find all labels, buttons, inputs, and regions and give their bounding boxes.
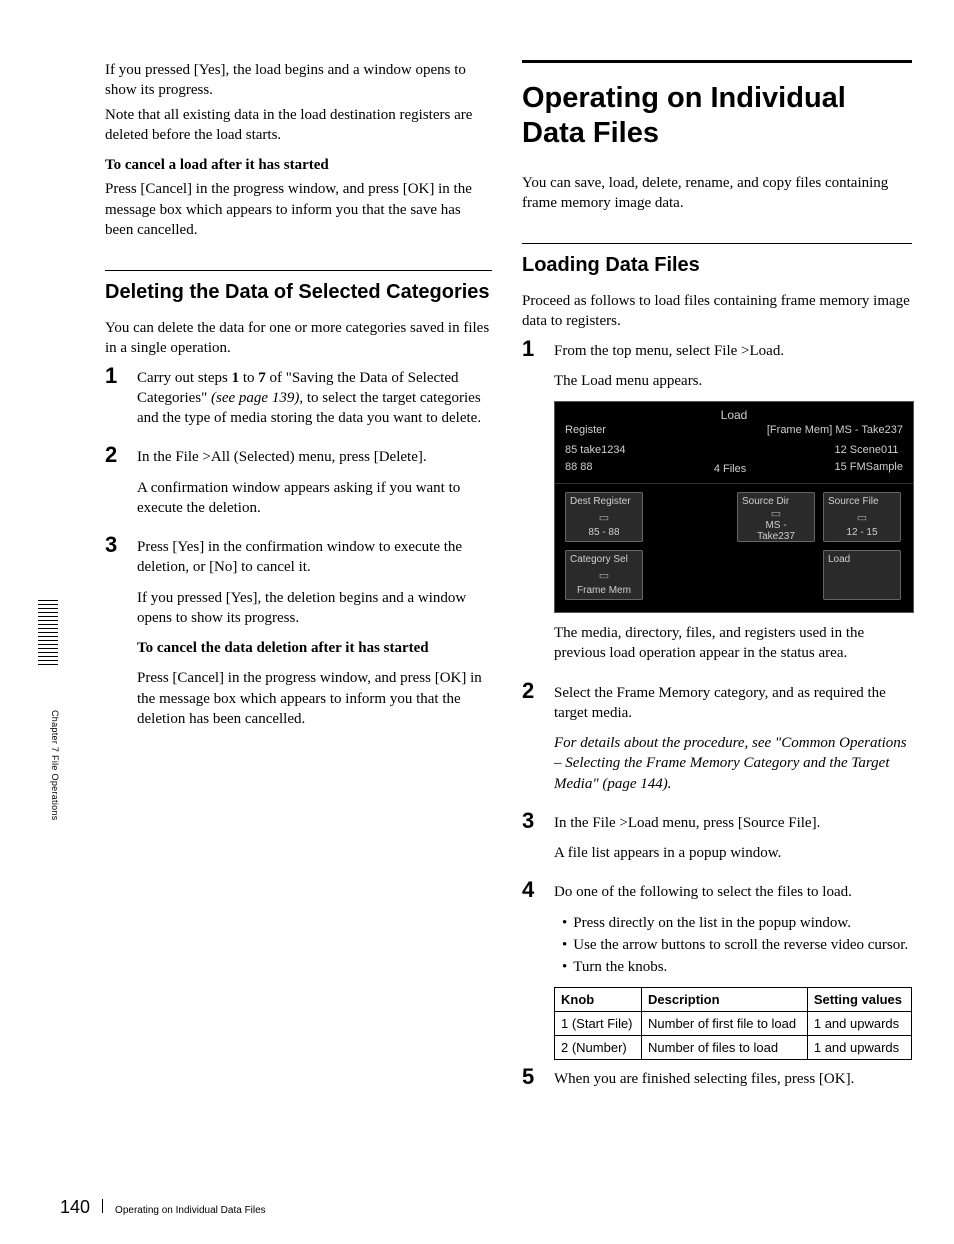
th: Description — [642, 988, 808, 1012]
th: Setting values — [807, 988, 911, 1012]
para: You can delete the data for one or more … — [105, 318, 492, 359]
btn-label: Category Sel — [570, 554, 638, 565]
step-number: 1 — [522, 338, 542, 674]
bullet: Use the arrow buttons to scroll the reve… — [573, 935, 908, 955]
step-4: 4 Do one of the following to select the … — [522, 879, 912, 1060]
knob-table: Knob Description Setting values 1 (Start… — [554, 987, 912, 1060]
td: 1 and upwards — [807, 1012, 911, 1036]
step-3: 3 Press [Yes] in the confirmation window… — [105, 534, 492, 739]
footer-title: Operating on Individual Data Files — [115, 1205, 266, 1216]
text: A file list appears in a popup window. — [554, 843, 912, 863]
step-2: 2 Select the Frame Memory category, and … — [522, 680, 912, 804]
step-number: 2 — [105, 444, 125, 528]
popup-icon: ▭ — [828, 511, 896, 524]
dest-register-button[interactable]: Dest Register ▭ 85 - 88 — [565, 492, 643, 542]
step-number: 1 — [105, 365, 125, 439]
text: From the top menu, select File >Load. — [554, 341, 914, 361]
chapter-side-label: Chapter 7 File Operations — [50, 710, 60, 821]
section-heading: Loading Data Files — [522, 243, 912, 277]
btn-label: Source Dir — [742, 496, 810, 507]
text: Select the Frame Memory category, and as… — [554, 683, 912, 724]
btn-value: 85 - 88 — [570, 527, 638, 538]
btn-label: Dest Register — [570, 496, 638, 507]
para: Note that all existing data in the load … — [105, 105, 492, 146]
text: Carry out steps — [137, 370, 232, 386]
table-row: 2 (Number) Number of files to load 1 and… — [555, 1036, 912, 1060]
section-heading: Deleting the Data of Selected Categories — [105, 270, 492, 304]
btn-value: 12 - 15 — [828, 527, 896, 538]
text: Do one of the following to select the fi… — [554, 882, 912, 902]
ui-title: Load — [565, 408, 903, 422]
category-sel-button[interactable]: Category Sel ▭ Frame Mem — [565, 550, 643, 600]
step-5: 5 When you are finished selecting files,… — [522, 1066, 912, 1099]
bullet: Turn the knobs. — [573, 957, 667, 977]
text: In the File >Load menu, press [Source Fi… — [554, 813, 912, 833]
text: Press [Cancel] in the progress window, a… — [137, 668, 492, 729]
step-number: 3 — [522, 810, 542, 874]
cross-ref: For details about the procedure, see "Co… — [554, 733, 912, 794]
text: 7 — [258, 370, 266, 386]
text: The Load menu appears. — [554, 371, 914, 391]
page-number: 140 — [60, 1197, 90, 1218]
text: Press [Yes] in the confirmation window t… — [137, 537, 492, 578]
td: 2 (Number) — [555, 1036, 642, 1060]
ui-list-item: 12 Scene011 — [835, 442, 903, 459]
td: 1 (Start File) — [555, 1012, 642, 1036]
text: If you pressed [Yes], the deletion begin… — [137, 588, 492, 629]
td: 1 and upwards — [807, 1036, 911, 1060]
bullet-list: Press directly on the list in the popup … — [554, 913, 912, 978]
btn-value: Frame Mem — [570, 585, 638, 596]
step-1: 1 Carry out steps 1 to 7 of "Saving the … — [105, 365, 492, 439]
subhead: To cancel the data deletion after it has… — [137, 638, 492, 658]
para: Proceed as follows to load files contain… — [522, 291, 912, 332]
source-file-button[interactable]: Source File ▭ 12 - 15 — [823, 492, 901, 542]
binding-marks — [38, 600, 58, 668]
ui-file-count: 4 Files — [714, 463, 746, 475]
td: Number of files to load — [642, 1036, 808, 1060]
table-row: 1 (Start File) Number of first file to l… — [555, 1012, 912, 1036]
bullet: Press directly on the list in the popup … — [573, 913, 851, 933]
step-2: 2 In the File >All (Selected) menu, pres… — [105, 444, 492, 528]
load-menu-screenshot: Load Register [Frame Mem] MS - Take237 8… — [554, 401, 914, 613]
load-button[interactable]: Load — [823, 550, 901, 600]
subhead: To cancel a load after it has started — [105, 155, 492, 175]
td: Number of first file to load — [642, 1012, 808, 1036]
ui-register-label: Register — [565, 424, 606, 436]
text: The media, directory, files, and registe… — [554, 623, 914, 664]
para: You can save, load, delete, rename, and … — [522, 173, 912, 214]
step-1: 1 From the top menu, select File >Load. … — [522, 338, 912, 674]
btn-label: Load — [828, 554, 896, 565]
popup-icon: ▭ — [570, 511, 638, 524]
th: Knob — [555, 988, 642, 1012]
text: A confirmation window appears asking if … — [137, 478, 492, 519]
para: Press [Cancel] in the progress window, a… — [105, 179, 492, 240]
ui-register-right: [Frame Mem] MS - Take237 — [767, 424, 903, 436]
step-3: 3 In the File >Load menu, press [Source … — [522, 810, 912, 874]
step-number: 2 — [522, 680, 542, 804]
ui-list-item: 15 FMSample — [835, 459, 903, 476]
text: 1 — [232, 370, 240, 386]
text: When you are finished selecting files, p… — [554, 1069, 912, 1089]
popup-icon: ▭ — [742, 507, 810, 520]
text: In the File >All (Selected) menu, press … — [137, 447, 492, 467]
btn-label: Source File — [828, 496, 896, 507]
footer: 140 Operating on Individual Data Files — [60, 1197, 266, 1218]
page-title: Operating on Individual Data Files — [522, 60, 912, 151]
text: (see page 139) — [211, 390, 299, 406]
text: to — [239, 370, 258, 386]
ui-list-item: 88 88 — [565, 459, 626, 476]
step-number: 3 — [105, 534, 125, 739]
left-column: If you pressed [Yes], the load begins an… — [105, 60, 492, 1214]
right-column: Operating on Individual Data Files You c… — [522, 60, 912, 1214]
ui-list-item: 85 take1234 — [565, 442, 626, 459]
source-dir-button[interactable]: Source Dir ▭ MS - Take237 — [737, 492, 815, 542]
popup-icon: ▭ — [570, 569, 638, 582]
step-number: 4 — [522, 879, 542, 1060]
btn-value: MS - Take237 — [742, 520, 810, 542]
para: If you pressed [Yes], the load begins an… — [105, 60, 492, 101]
step-number: 5 — [522, 1066, 542, 1099]
